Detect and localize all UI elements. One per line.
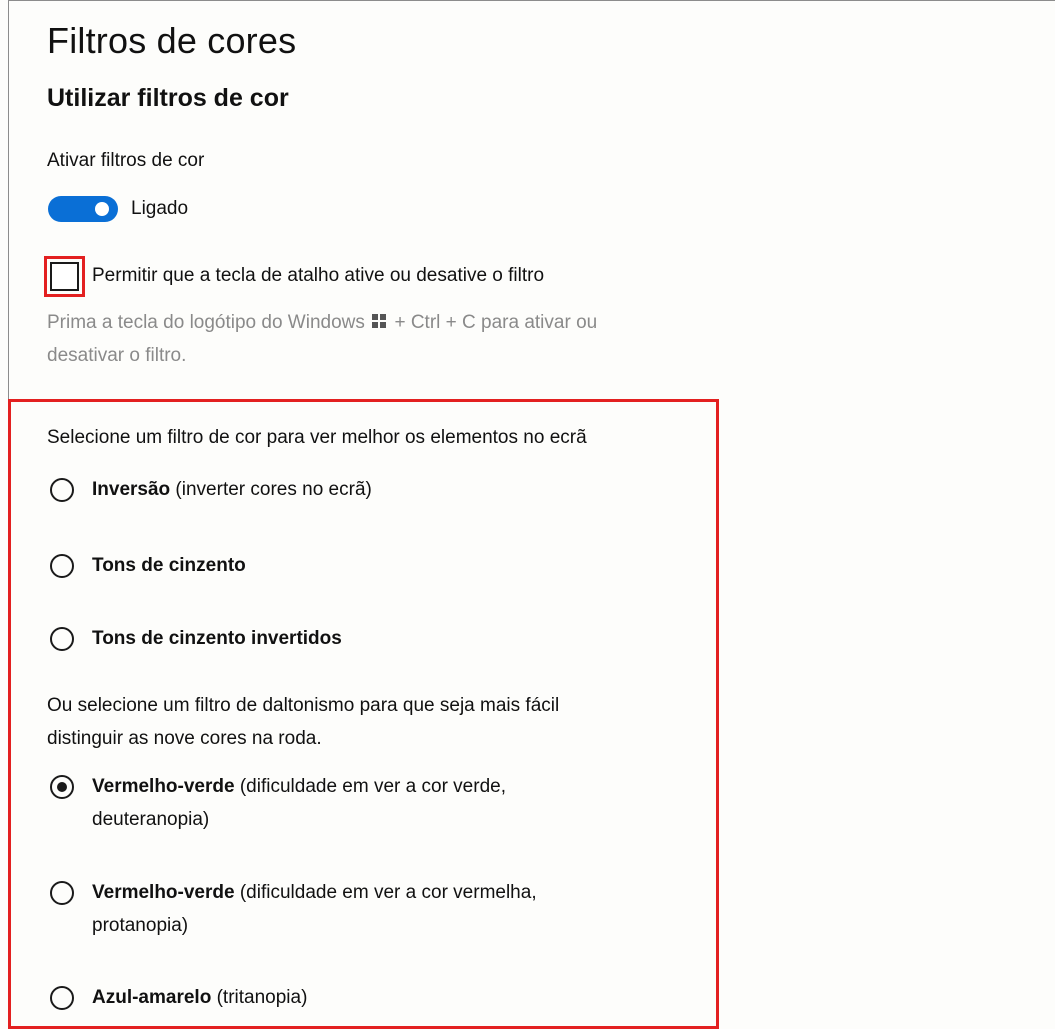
shortcut-checkbox[interactable] xyxy=(50,262,79,291)
radio-deuteranopia[interactable] xyxy=(50,775,74,799)
help-text-part2: + Ctrl + C para ativar ou xyxy=(394,312,598,333)
toggle-label: Ativar filtros de cor xyxy=(47,150,205,171)
help-text-part1: Prima a tecla do logótipo do Windows xyxy=(47,312,365,333)
radio-inversion[interactable] xyxy=(50,478,74,502)
toggle-state-text: Ligado xyxy=(131,198,189,219)
radio-selected-dot xyxy=(57,782,67,792)
shortcut-checkbox-label[interactable]: Permitir que a tecla de atalho ative ou … xyxy=(92,265,544,287)
radio-protanopia[interactable] xyxy=(50,881,74,905)
radio-tritanopia[interactable] xyxy=(50,986,74,1010)
radio-protanopia-label[interactable]: Vermelho-verde (dificuldade em ver a cor… xyxy=(92,876,537,942)
radio-grayscale[interactable] xyxy=(50,554,74,578)
page-title: Filtros de cores xyxy=(47,20,297,61)
radio-deuteranopia-label[interactable]: Vermelho-verde (dificuldade em ver a cor… xyxy=(92,770,506,836)
section-subtitle: Utilizar filtros de cor xyxy=(47,84,289,112)
radio-grayscale-inverted-label[interactable]: Tons de cinzento invertidos xyxy=(92,622,342,655)
toggle-knob xyxy=(95,202,109,216)
color-filter-toggle[interactable] xyxy=(48,196,118,222)
shortcut-help-text: Prima a tecla do logótipo do Windows + C… xyxy=(47,306,727,372)
filter-prompt: Selecione um filtro de cor para ver melh… xyxy=(47,427,587,448)
radio-tritanopia-label[interactable]: Azul-amarelo (tritanopia) xyxy=(92,981,307,1014)
colorblind-prompt: Ou selecione um filtro de daltonismo par… xyxy=(47,695,560,749)
windows-logo-icon xyxy=(372,314,387,329)
help-text-line2: desativar o filtro. xyxy=(47,345,187,366)
radio-inversion-label[interactable]: Inversão (inverter cores no ecrã) xyxy=(92,473,372,506)
radio-grayscale-label[interactable]: Tons de cinzento xyxy=(92,549,246,582)
radio-grayscale-inverted[interactable] xyxy=(50,627,74,651)
